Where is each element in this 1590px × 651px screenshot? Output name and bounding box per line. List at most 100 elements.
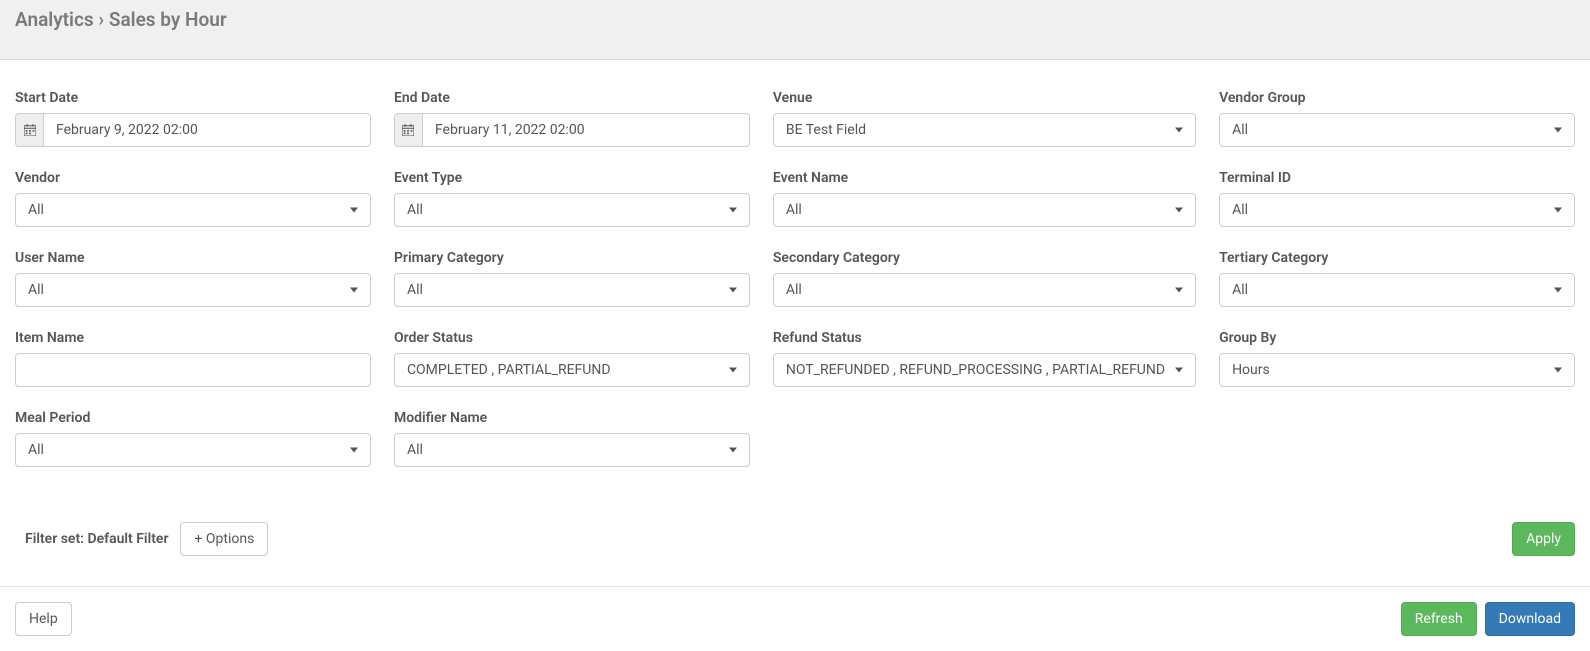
refund-status-label: Refund Status bbox=[773, 330, 1196, 346]
event-name-value: All bbox=[786, 202, 802, 218]
chevron-down-icon bbox=[350, 208, 358, 213]
terminal-id-select[interactable]: All bbox=[1219, 193, 1575, 227]
venue-select[interactable]: BE Test Field bbox=[773, 113, 1196, 147]
start-date-label: Start Date bbox=[15, 90, 371, 106]
chevron-down-icon bbox=[350, 288, 358, 293]
secondary-category-value: All bbox=[786, 282, 802, 298]
chevron-down-icon bbox=[1175, 288, 1183, 293]
chevron-down-icon bbox=[350, 448, 358, 453]
breadcrumb-separator: › bbox=[98, 8, 104, 31]
end-date-input-group[interactable] bbox=[394, 113, 750, 147]
user-name-field: User Name All bbox=[15, 250, 371, 307]
vendor-group-label: Vendor Group bbox=[1219, 90, 1575, 106]
group-by-field: Group By Hours bbox=[1219, 330, 1575, 387]
vendor-group-value: All bbox=[1232, 122, 1248, 138]
download-button[interactable]: Download bbox=[1485, 602, 1575, 636]
start-date-field: Start Date bbox=[15, 90, 371, 147]
terminal-id-value: All bbox=[1232, 202, 1248, 218]
apply-button[interactable]: Apply bbox=[1512, 522, 1575, 556]
event-type-label: Event Type bbox=[394, 170, 750, 186]
header-bar: Analytics › Sales by Hour bbox=[0, 0, 1590, 60]
primary-category-label: Primary Category bbox=[394, 250, 750, 266]
terminal-id-field: Terminal ID All bbox=[1219, 170, 1575, 227]
refund-status-value: NOT_REFUNDED , REFUND_PROCESSING , PARTI… bbox=[786, 362, 1165, 378]
meal-period-select[interactable]: All bbox=[15, 433, 371, 467]
meal-period-label: Meal Period bbox=[15, 410, 371, 426]
item-name-field: Item Name bbox=[15, 330, 371, 387]
tertiary-category-label: Tertiary Category bbox=[1219, 250, 1575, 266]
venue-label: Venue bbox=[773, 90, 1196, 106]
chevron-down-icon bbox=[1554, 208, 1562, 213]
secondary-category-select[interactable]: All bbox=[773, 273, 1196, 307]
calendar-icon[interactable] bbox=[16, 114, 44, 146]
tertiary-category-select[interactable]: All bbox=[1219, 273, 1575, 307]
calendar-icon[interactable] bbox=[395, 114, 423, 146]
start-date-input-group[interactable] bbox=[15, 113, 371, 147]
order-status-select[interactable]: COMPLETED , PARTIAL_REFUND bbox=[394, 353, 750, 387]
modifier-name-field: Modifier Name All bbox=[394, 410, 750, 467]
item-name-label: Item Name bbox=[15, 330, 371, 346]
refresh-button[interactable]: Refresh bbox=[1401, 602, 1477, 636]
order-status-label: Order Status bbox=[394, 330, 750, 346]
chevron-down-icon bbox=[1175, 128, 1183, 133]
tertiary-category-value: All bbox=[1232, 282, 1248, 298]
vendor-group-select[interactable]: All bbox=[1219, 113, 1575, 147]
user-name-select[interactable]: All bbox=[15, 273, 371, 307]
breadcrumb-root[interactable]: Analytics bbox=[15, 8, 94, 31]
group-by-value: Hours bbox=[1232, 362, 1270, 378]
tertiary-category-field: Tertiary Category All bbox=[1219, 250, 1575, 307]
secondary-category-label: Secondary Category bbox=[773, 250, 1196, 266]
vendor-group-field: Vendor Group All bbox=[1219, 90, 1575, 147]
help-button[interactable]: Help bbox=[15, 602, 72, 636]
meal-period-value: All bbox=[28, 442, 44, 458]
chevron-down-icon bbox=[729, 368, 737, 373]
chevron-down-icon bbox=[1554, 368, 1562, 373]
terminal-id-label: Terminal ID bbox=[1219, 170, 1575, 186]
meal-period-field: Meal Period All bbox=[15, 410, 371, 467]
event-type-select[interactable]: All bbox=[394, 193, 750, 227]
event-name-field: Event Name All bbox=[773, 170, 1196, 227]
vendor-select[interactable]: All bbox=[15, 193, 371, 227]
start-date-input[interactable] bbox=[44, 114, 370, 146]
breadcrumb: Analytics › Sales by Hour bbox=[15, 8, 1575, 31]
modifier-name-select[interactable]: All bbox=[394, 433, 750, 467]
primary-category-field: Primary Category All bbox=[394, 250, 750, 307]
order-status-value: COMPLETED , PARTIAL_REFUND bbox=[407, 362, 611, 378]
chevron-down-icon bbox=[1175, 368, 1183, 373]
filter-panel: Start Date End Date Venue BE Test Field bbox=[0, 60, 1590, 571]
breadcrumb-current: Sales by Hour bbox=[109, 8, 227, 31]
modifier-name-value: All bbox=[407, 442, 423, 458]
chevron-down-icon bbox=[729, 208, 737, 213]
group-by-label: Group By bbox=[1219, 330, 1575, 346]
end-date-input[interactable] bbox=[423, 114, 749, 146]
footer-row: Help Refresh Download bbox=[0, 586, 1590, 651]
event-name-label: Event Name bbox=[773, 170, 1196, 186]
chevron-down-icon bbox=[1554, 288, 1562, 293]
chevron-down-icon bbox=[1175, 208, 1183, 213]
event-type-value: All bbox=[407, 202, 423, 218]
event-name-select[interactable]: All bbox=[773, 193, 1196, 227]
venue-value: BE Test Field bbox=[786, 122, 866, 138]
options-button[interactable]: + Options bbox=[180, 522, 268, 556]
vendor-value: All bbox=[28, 202, 44, 218]
secondary-category-field: Secondary Category All bbox=[773, 250, 1196, 307]
modifier-name-label: Modifier Name bbox=[394, 410, 750, 426]
primary-category-value: All bbox=[407, 282, 423, 298]
venue-field: Venue BE Test Field bbox=[773, 90, 1196, 147]
vendor-field: Vendor All bbox=[15, 170, 371, 227]
refund-status-field: Refund Status NOT_REFUNDED , REFUND_PROC… bbox=[773, 330, 1196, 387]
primary-category-select[interactable]: All bbox=[394, 273, 750, 307]
chevron-down-icon bbox=[1554, 128, 1562, 133]
chevron-down-icon bbox=[729, 448, 737, 453]
end-date-label: End Date bbox=[394, 90, 750, 106]
event-type-field: Event Type All bbox=[394, 170, 750, 227]
filter-actions-row: Filter set: Default Filter + Options App… bbox=[15, 522, 1575, 556]
user-name-label: User Name bbox=[15, 250, 371, 266]
chevron-down-icon bbox=[729, 288, 737, 293]
group-by-select[interactable]: Hours bbox=[1219, 353, 1575, 387]
user-name-value: All bbox=[28, 282, 44, 298]
end-date-field: End Date bbox=[394, 90, 750, 147]
order-status-field: Order Status COMPLETED , PARTIAL_REFUND bbox=[394, 330, 750, 387]
refund-status-select[interactable]: NOT_REFUNDED , REFUND_PROCESSING , PARTI… bbox=[773, 353, 1196, 387]
item-name-input[interactable] bbox=[15, 353, 371, 387]
